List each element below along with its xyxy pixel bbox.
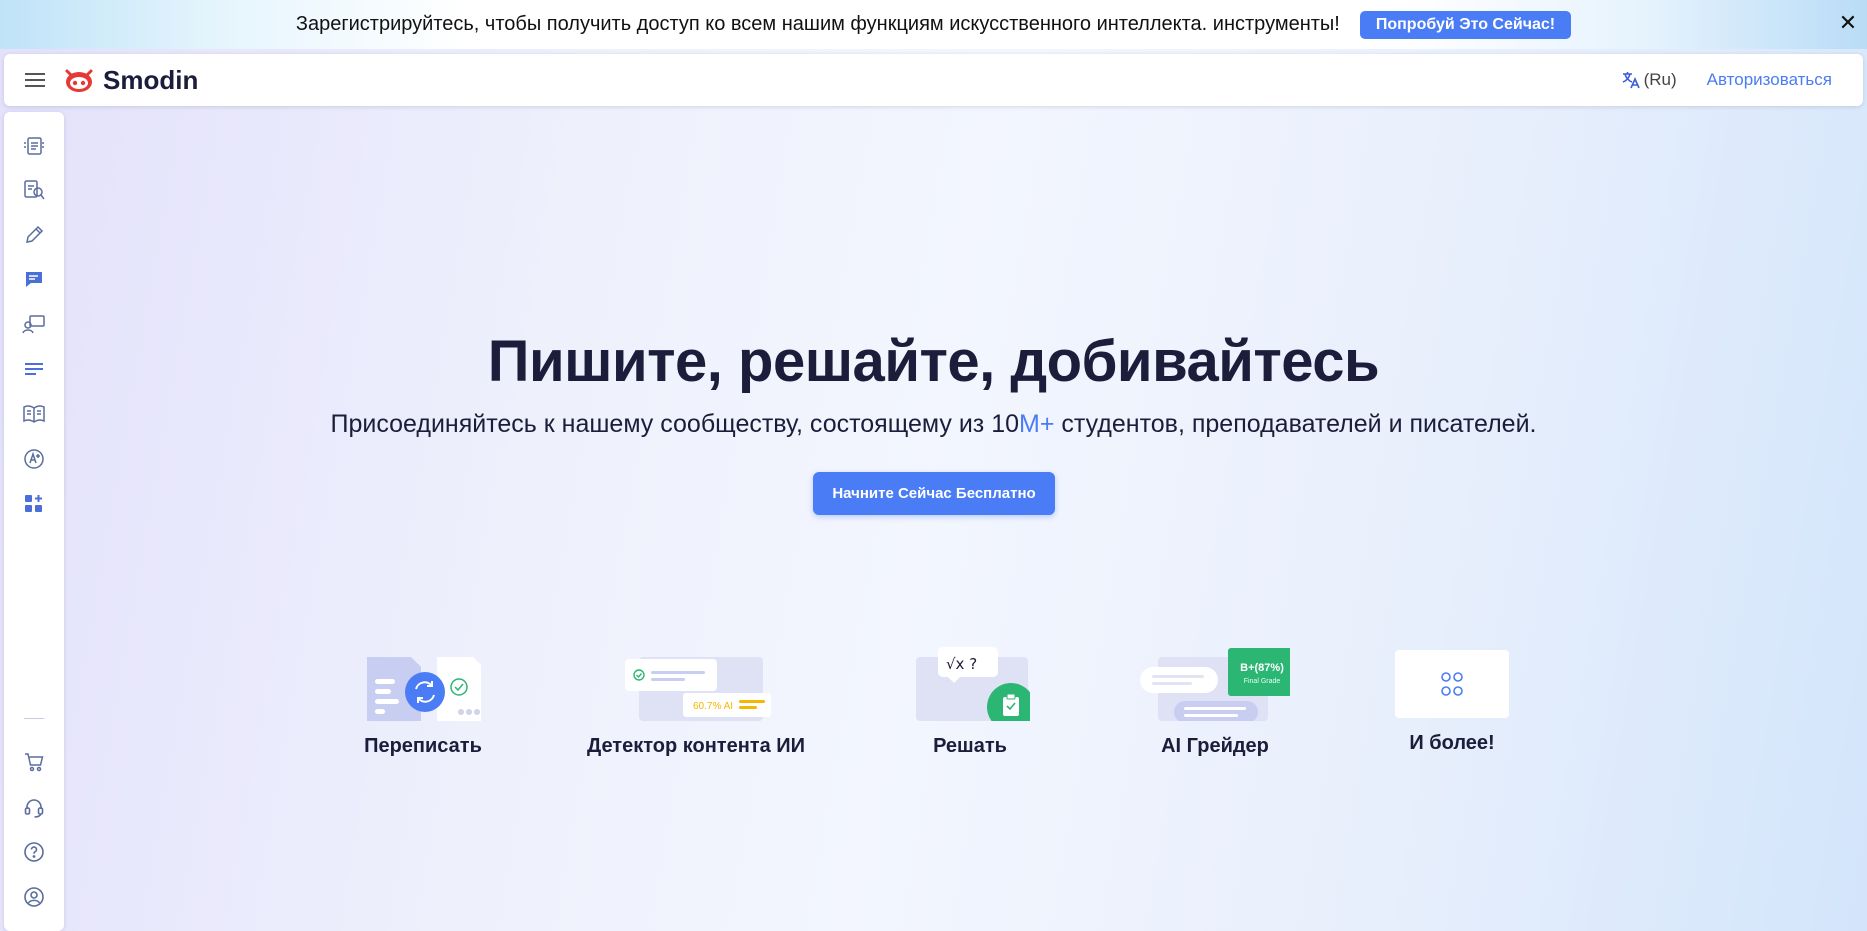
promo-text: Зарегистрируйтесь, чтобы получить доступ… <box>295 13 1340 35</box>
sidebar <box>4 112 64 931</box>
feature-ai-detector[interactable]: 60.7% AI Детектор контента ИИ <box>580 645 812 758</box>
smodin-logo-icon <box>65 69 93 92</box>
start-free-button[interactable]: Начните Сейчас Бесплатно <box>813 472 1055 515</box>
try-now-button[interactable]: Попробуй Это Сейчас! <box>1359 10 1572 39</box>
headset-icon[interactable] <box>22 795 46 819</box>
feature-more-label: И более! <box>1409 732 1495 754</box>
hero-title: Пишите, решайте, добивайтесь <box>487 329 1380 394</box>
feature-solve[interactable]: √x ? Решать <box>910 645 1035 758</box>
grader-icon[interactable] <box>22 447 46 471</box>
feature-more[interactable]: И более! <box>1392 645 1512 755</box>
feature-ai-detector-label: Детектор контента ИИ <box>586 735 806 757</box>
solve-formula: √x ? <box>946 655 977 673</box>
apps-icon[interactable] <box>22 492 46 516</box>
feature-ai-grader[interactable]: B+(87%) Final Grade AI Грейдер <box>1140 645 1296 758</box>
grader-grade-caption: Final Grade <box>1244 678 1281 685</box>
more-illustration <box>1395 650 1509 718</box>
detector-icon[interactable] <box>22 178 46 202</box>
hamburger-menu-icon[interactable] <box>23 69 51 91</box>
pencil-icon[interactable] <box>22 223 46 247</box>
solve-illustration: √x ? <box>910 645 1035 731</box>
promo-banner: Зарегистрируйтесь, чтобы получить доступ… <box>0 0 1867 49</box>
hero-subtitle-accent: M+ <box>1019 410 1055 438</box>
sidebar-divider <box>24 718 44 719</box>
help-icon[interactable] <box>22 840 46 864</box>
top-header: Smodin (Ru) Авторизоваться <box>4 54 1863 106</box>
logo[interactable]: Smodin <box>63 65 198 96</box>
detector-illustration: 60.7% AI <box>621 645 771 721</box>
rewrite-icon[interactable] <box>22 134 46 158</box>
rewrite-illustration <box>353 645 493 721</box>
hero-subtitle-text: Присоединяйтесь к нашему сообществу, сос… <box>330 410 1020 438</box>
logo-text: Smodin <box>103 64 199 95</box>
cart-icon[interactable] <box>22 750 46 774</box>
language-label: (Ru) <box>1643 70 1677 89</box>
grader-illustration: B+(87%) Final Grade <box>1140 645 1296 723</box>
chat-icon[interactable] <box>22 267 46 291</box>
hero-subtitle-text-end: студентов, преподавателей и писателей. <box>1054 410 1537 438</box>
hero-subtitle: Присоединяйтесь к нашему сообществу, сос… <box>0 410 1867 439</box>
translate-icon <box>1622 72 1640 89</box>
login-link[interactable]: Авторизоваться <box>1707 70 1832 90</box>
feature-rewrite[interactable]: Переписать <box>323 645 523 758</box>
account-icon[interactable] <box>22 885 46 909</box>
grader-grade: B+(87%) <box>1240 662 1284 674</box>
language-selector[interactable]: (Ru) <box>1621 70 1677 90</box>
feature-rewrite-label: Переписать <box>364 735 482 757</box>
feature-ai-grader-label: AI Грейдер <box>1161 735 1269 757</box>
detector-badge: 60.7% AI <box>693 701 733 712</box>
close-icon[interactable]: ✕ <box>1837 12 1859 34</box>
feature-solve-label: Решать <box>933 735 1007 757</box>
